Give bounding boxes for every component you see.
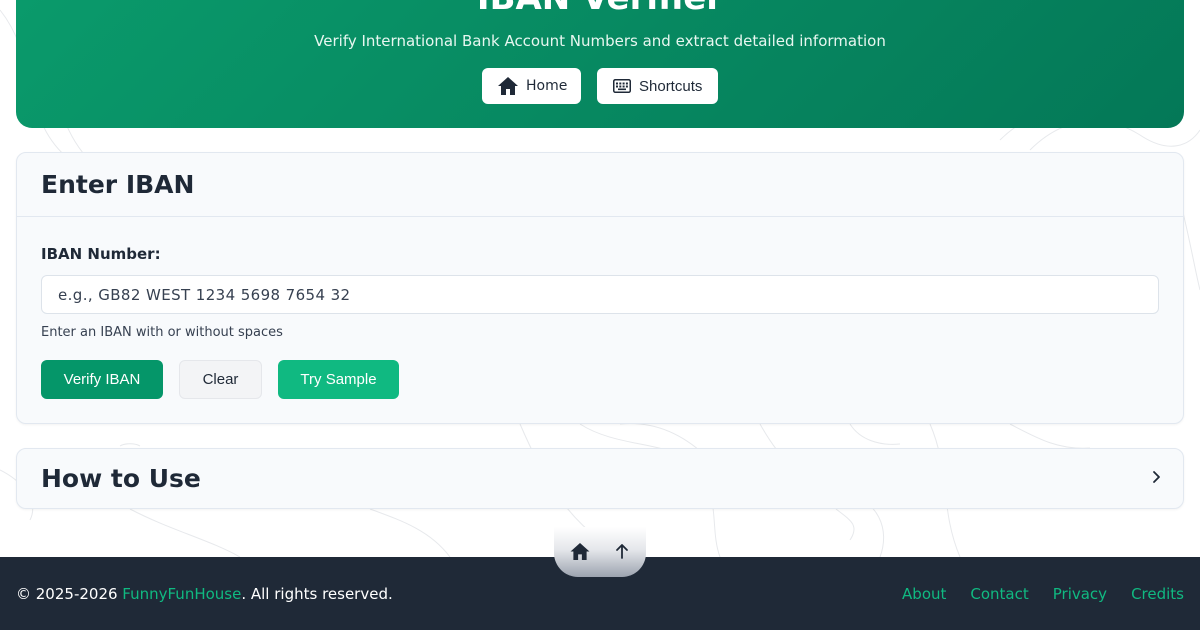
iban-field-label: IBAN Number: [41, 245, 161, 263]
footer-link-contact[interactable]: Contact [970, 585, 1028, 603]
verify-iban-button[interactable]: Verify IBAN [41, 360, 163, 399]
arrow-up-icon[interactable] [614, 543, 630, 563]
copyright-suffix: . All rights reserved. [241, 584, 393, 603]
hero-nav: Home Shortcuts [16, 68, 1184, 104]
page-title: IBAN Verifier [16, 0, 1184, 18]
footer-link-credits[interactable]: Credits [1131, 585, 1184, 603]
iban-form-card: Enter IBAN IBAN Number: Enter an IBAN wi… [16, 152, 1184, 424]
home-button[interactable]: Home [482, 68, 581, 104]
home-icon[interactable] [570, 542, 590, 564]
brand-link[interactable]: FunnyFunHouse [122, 585, 241, 603]
copyright: © 2025-2026 FunnyFunHouse. All rights re… [16, 585, 393, 603]
keyboard-icon [613, 79, 631, 93]
copyright-prefix: © 2025-2026 [16, 584, 123, 603]
hero-header: IBAN Verifier Verify International Bank … [16, 0, 1184, 128]
how-to-use-card[interactable]: How to Use [16, 448, 1184, 509]
try-sample-button[interactable]: Try Sample [278, 360, 399, 399]
iban-field-hint: Enter an IBAN with or without spaces [41, 325, 283, 340]
iban-form-title: Enter IBAN [41, 170, 195, 199]
home-button-label: Home [526, 78, 568, 94]
iban-form-header: Enter IBAN [17, 153, 1183, 217]
footer-link-about[interactable]: About [902, 585, 946, 603]
home-icon [498, 77, 518, 95]
quick-nav [554, 527, 646, 577]
clear-button[interactable]: Clear [179, 360, 262, 399]
shortcuts-button-label: Shortcuts [639, 77, 703, 95]
footer-links: About Contact Privacy Credits [902, 585, 1184, 603]
footer-link-privacy[interactable]: Privacy [1053, 585, 1107, 603]
shortcuts-button[interactable]: Shortcuts [597, 68, 718, 104]
chevron-right-icon[interactable] [1149, 469, 1163, 488]
how-to-use-title: How to Use [41, 464, 201, 493]
iban-input[interactable] [41, 275, 1159, 314]
page-subtitle: Verify International Bank Account Number… [314, 32, 886, 50]
iban-form-actions: Verify IBAN Clear Try Sample [41, 360, 399, 399]
